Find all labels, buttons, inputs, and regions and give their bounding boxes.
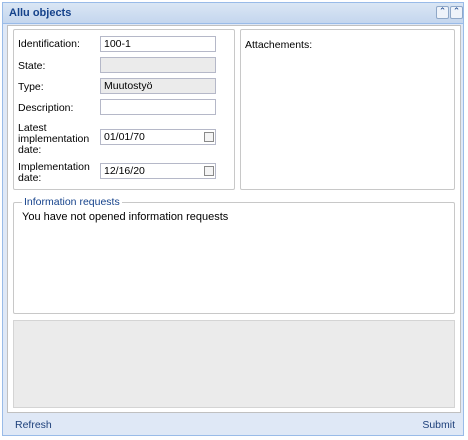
- calendar-icon[interactable]: [204, 132, 214, 142]
- information-requests-empty-text: You have not opened information requests: [22, 211, 229, 223]
- details-form-panel: Identification: 100-1 State: Type: Muuto…: [13, 29, 235, 190]
- type-label: Type:: [18, 81, 44, 93]
- state-label: State:: [18, 60, 46, 72]
- submit-button[interactable]: Submit: [422, 419, 455, 431]
- information-requests-fieldset: Information requests You have not opened…: [13, 196, 455, 314]
- information-requests-legend: Information requests: [22, 196, 122, 208]
- title-bar[interactable]: Allu objects ⌃ ⌃: [3, 3, 463, 24]
- close-icon[interactable]: ⌃: [450, 6, 463, 19]
- footer-toolbar: Refresh Submit: [3, 414, 463, 435]
- attachments-panel: Attachements:: [240, 29, 455, 190]
- implementation-label-line2: date:: [18, 172, 42, 184]
- type-field: Muutostyö: [100, 78, 216, 94]
- implementation-date-field[interactable]: 12/16/20: [100, 163, 216, 179]
- window-title: Allu objects: [9, 7, 72, 19]
- latest-implementation-label-line3: date:: [18, 144, 42, 156]
- refresh-button[interactable]: Refresh: [15, 419, 52, 431]
- description-label: Description:: [18, 102, 74, 114]
- identification-field[interactable]: 100-1: [100, 36, 216, 52]
- collapse-up-icon[interactable]: ⌃: [436, 6, 449, 19]
- window-body: Identification: 100-1 State: Type: Muuto…: [7, 25, 461, 413]
- latest-implementation-date-value: 01/01/70: [104, 131, 145, 143]
- attachments-label: Attachements:: [245, 39, 313, 51]
- latest-implementation-date-field[interactable]: 01/01/70: [100, 129, 216, 145]
- empty-gray-area: [13, 320, 455, 408]
- allu-objects-window: Allu objects ⌃ ⌃ Identification: 100-1 S…: [2, 2, 464, 436]
- state-field: [100, 57, 216, 73]
- description-field[interactable]: [100, 99, 216, 115]
- identification-label: Identification:: [18, 38, 80, 50]
- implementation-date-value: 12/16/20: [104, 165, 145, 177]
- calendar-icon[interactable]: [204, 166, 214, 176]
